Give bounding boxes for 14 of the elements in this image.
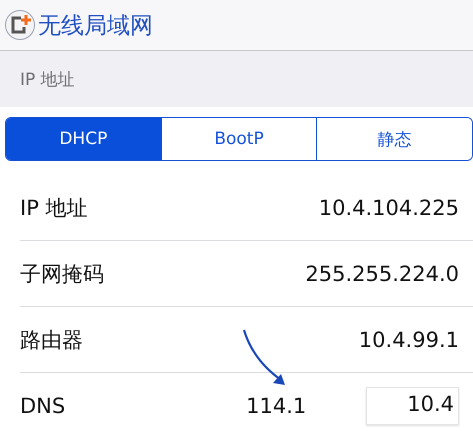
section-header: IP 地址	[0, 51, 473, 107]
segment-tab[interactable]: 静态	[316, 118, 472, 160]
row-value: 255.255.224.0	[305, 262, 459, 286]
back-title[interactable]: 无线局域网	[38, 10, 153, 40]
row-value: 10.4	[366, 386, 459, 424]
row-value: 10.4.104.225	[318, 196, 459, 220]
row-value: 114.1	[246, 394, 306, 418]
row-label: 路由器	[20, 326, 83, 354]
row-label: DNS	[20, 394, 66, 418]
back-icon[interactable]	[4, 9, 36, 41]
row-label: IP 地址	[20, 194, 88, 222]
segment-tab[interactable]: DHCP	[6, 118, 161, 160]
row-label: 子网掩码	[20, 260, 104, 288]
row-value: 10.4.99.1	[358, 328, 459, 352]
